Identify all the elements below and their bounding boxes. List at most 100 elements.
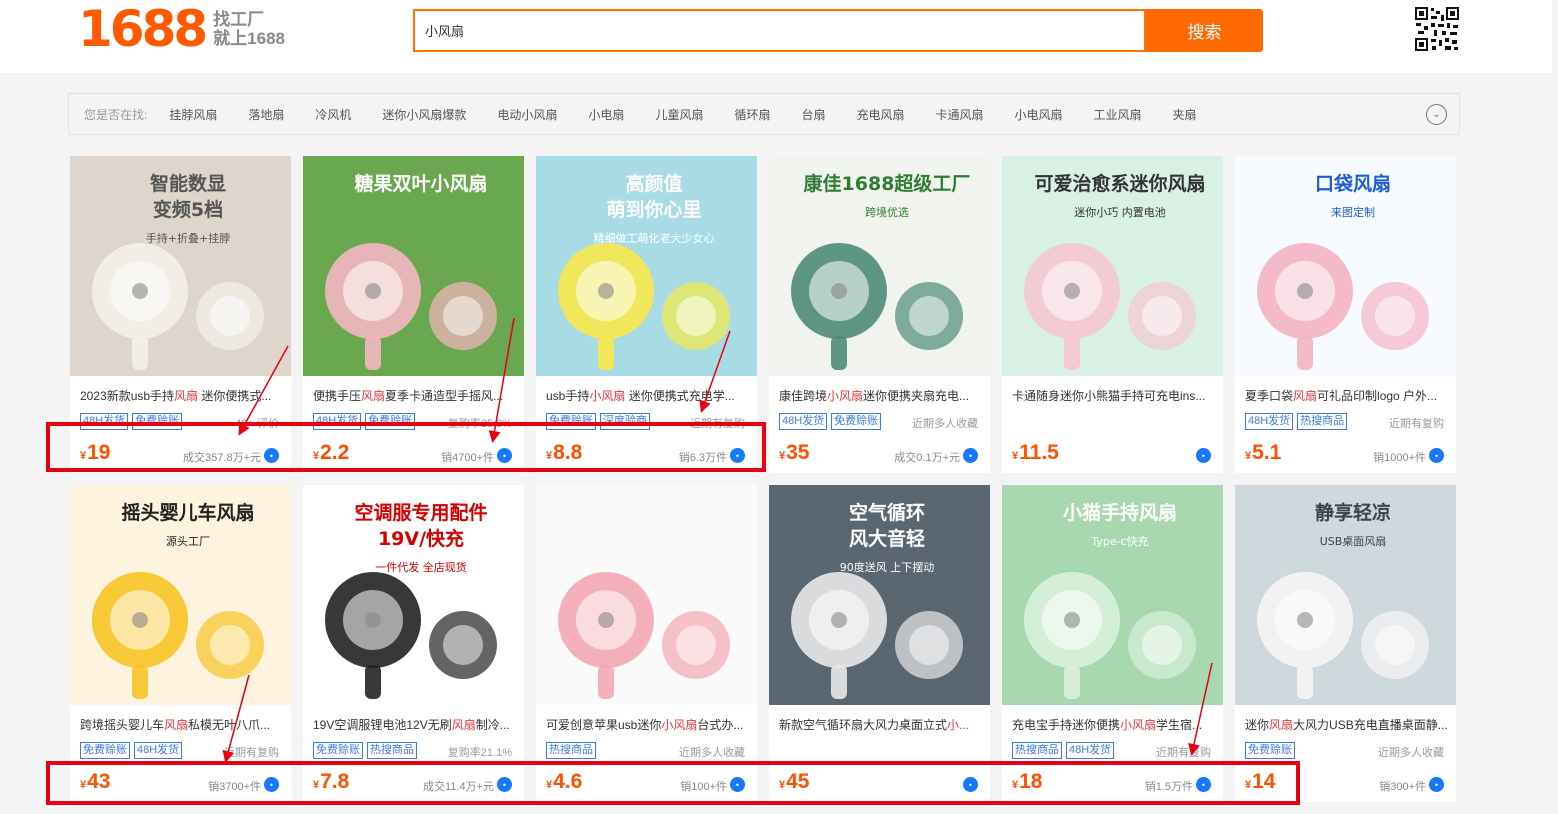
- product-image[interactable]: 摇头婴儿车风扇 源头工厂: [70, 485, 291, 705]
- product-title[interactable]: 夏季口袋风扇可礼品印制logo 户外...: [1245, 387, 1449, 404]
- suggestion-item[interactable]: 卡通风扇: [936, 106, 984, 123]
- chat-bubble-icon[interactable]: •: [730, 777, 745, 792]
- title-text: 康佳跨境: [779, 389, 828, 403]
- product-image[interactable]: 小猫手持风扇 Type-c快充: [1002, 485, 1223, 705]
- chat-bubble-icon[interactable]: •: [1196, 448, 1211, 463]
- product-card[interactable]: 康佳1688超级工厂 跨境优选 康佳跨境小风扇迷你便携夹扇充电... 48H发货 免费赊…: [769, 156, 990, 473]
- title-keyword-highlight: 风扇: [451, 718, 476, 732]
- chat-bubble-icon[interactable]: •: [497, 777, 512, 792]
- suggestion-item[interactable]: 冷风机: [315, 106, 351, 123]
- product-title[interactable]: 19V空调服锂电池12V无刷风扇制冷...: [313, 716, 517, 733]
- suggestion-item[interactable]: 台扇: [801, 106, 825, 123]
- image-subcaption: USB桌面风扇: [1320, 534, 1387, 548]
- image-caption: 可爱治愈系迷你风扇: [1034, 172, 1205, 195]
- product-title[interactable]: usb手持小风扇 迷你便携式充电学...: [546, 387, 750, 404]
- title-text: 卡通随身迷你小熊猫手持可充电ins...: [1012, 389, 1206, 403]
- search-button[interactable]: 搜索: [1146, 9, 1263, 52]
- product-card[interactable]: 口袋风扇 来图定制 夏季口袋风扇可礼品印制logo 户外... 48H发货 热搜商品 近期…: [1235, 156, 1456, 473]
- title-keyword-highlight: 小风扇: [1120, 718, 1157, 732]
- product-image[interactable]: 空调服专用配件 19V/快充 一件代发 全店现货: [303, 485, 524, 705]
- product-title[interactable]: 迷你风扇大风力USB充电直播桌面静...: [1245, 716, 1449, 733]
- product-card[interactable]: 可爱创意苹果usb迷你小风扇台式办... 热搜商品 近期多人收藏 ¥4.6 销100+件…: [536, 485, 757, 802]
- image-caption: 高颜值: [625, 172, 682, 195]
- product-card[interactable]: 智能数显 变频5档 手持+折叠+挂脖 2023新款usb手持风扇 迷你便携式... 48…: [70, 156, 291, 473]
- product-image[interactable]: 口袋风扇 来图定制: [1235, 156, 1456, 376]
- service-tag: 免费赊账: [1245, 742, 1295, 759]
- search-box: [413, 9, 1146, 52]
- service-tag: 热搜商品: [367, 742, 417, 759]
- search-input[interactable]: [415, 11, 1144, 50]
- suggestion-label: 您是否在找:: [84, 107, 148, 122]
- sales-count: 销4700+件: [441, 452, 494, 464]
- suggestion-item[interactable]: 循环扇: [734, 106, 770, 123]
- chat-bubble-icon[interactable]: •: [264, 777, 279, 792]
- qrcode-icon[interactable]: [1414, 6, 1460, 52]
- product-title[interactable]: 便携手压风扇夏季卡通造型手摇风...: [313, 387, 517, 404]
- chat-bubble-icon[interactable]: •: [1196, 777, 1211, 792]
- product-card[interactable]: 静享轻凉 USB桌面风扇 迷你风扇大风力USB充电直播桌面静... 免费赊账 近期多人收…: [1235, 485, 1456, 802]
- product-card[interactable]: 空调服专用配件 19V/快充 一件代发 全店现货 19V空调服锂电池12V无刷风扇制冷…: [303, 485, 524, 802]
- chat-bubble-icon[interactable]: •: [963, 448, 978, 463]
- product-image[interactable]: 智能数显 变频5档 手持+折叠+挂脖: [70, 156, 291, 376]
- suggestion-item[interactable]: 工业风扇: [1094, 106, 1142, 123]
- chat-bubble-icon[interactable]: •: [497, 448, 512, 463]
- suggestion-item[interactable]: 迷你小风扇爆款: [382, 106, 466, 123]
- suggestion-item[interactable]: 夹扇: [1173, 106, 1197, 123]
- product-title[interactable]: 充电宝手持迷你便携小风扇学生宿...: [1012, 716, 1216, 733]
- chevron-down-icon[interactable]: ⌄: [1426, 104, 1447, 125]
- product-card[interactable]: 空气循环 风大音轻 90度送风 上下摆动 新款空气循环扇大风力桌面立式小... ¥45 •: [769, 485, 990, 802]
- title-text: 私模无叶八爪...: [188, 718, 271, 732]
- chat-bubble-icon[interactable]: •: [264, 448, 279, 463]
- product-image[interactable]: 可爱治愈系迷你风扇 迷你小巧 内置电池: [1002, 156, 1223, 376]
- product-title[interactable]: 可爱创意苹果usb迷你小风扇台式办...: [546, 716, 750, 733]
- suggestion-item[interactable]: 落地扇: [248, 106, 284, 123]
- logo[interactable]: 1688 找工厂 就上1688: [78, 4, 285, 54]
- product-image[interactable]: 空气循环 风大音轻 90度送风 上下摆动: [769, 485, 990, 705]
- service-tag: 深度验商: [600, 413, 650, 430]
- title-text: 学生宿...: [1156, 718, 1203, 732]
- product-title[interactable]: 康佳跨境小风扇迷你便携夹扇充电...: [779, 387, 983, 404]
- suggestion-item[interactable]: 充电风扇: [856, 106, 904, 123]
- product-image[interactable]: 康佳1688超级工厂 跨境优选: [769, 156, 990, 376]
- product-meta: 复购率21.1%: [447, 747, 512, 759]
- image-caption: 小猫手持风扇: [1063, 501, 1177, 524]
- product-card[interactable]: 高颜值 萌到你心里 精细做工萌化老大少女心 usb手持小风扇 迷你便携式充电学... 免…: [536, 156, 757, 473]
- title-text: 制冷...: [475, 718, 510, 732]
- product-card[interactable]: 可爱治愈系迷你风扇 迷你小巧 内置电池卡通随身迷你小熊猫手持可充电ins... ¥1…: [1002, 156, 1223, 473]
- product-title[interactable]: 跨境摇头婴儿车风扇私模无叶八爪...: [80, 716, 284, 733]
- product-image[interactable]: 糖果双叶小风扇: [303, 156, 524, 376]
- suggestion-item[interactable]: 儿童风扇: [655, 106, 703, 123]
- image-subcaption: 来图定制: [1331, 205, 1375, 219]
- chat-bubble-icon[interactable]: •: [1429, 448, 1444, 463]
- tag-list: 免费赊账 48H发货: [80, 742, 186, 759]
- suggestion-item[interactable]: 小电扇: [588, 106, 624, 123]
- suggestion-item[interactable]: 电动小风扇: [497, 106, 557, 123]
- chat-bubble-icon[interactable]: •: [963, 777, 978, 792]
- product-image[interactable]: 高颜值 萌到你心里 精细做工萌化老大少女心: [536, 156, 757, 376]
- chat-bubble-icon[interactable]: •: [730, 448, 745, 463]
- chat-bubble-icon[interactable]: •: [1429, 777, 1444, 792]
- scrollbar[interactable]: [1552, 0, 1558, 814]
- product-image[interactable]: 静享轻凉 USB桌面风扇: [1235, 485, 1456, 705]
- tag-list: 热搜商品: [546, 742, 600, 759]
- suggestion-item[interactable]: 挂脖风扇: [169, 106, 217, 123]
- product-meta: 近期有复购: [690, 418, 745, 430]
- product-meta: 近期多人收藏: [912, 418, 978, 430]
- title-text: 迷你便携式充电学...: [625, 389, 735, 403]
- title-text: 充电宝手持迷你便携: [1012, 718, 1121, 732]
- product-card[interactable]: 糖果双叶小风扇 便携手压风扇夏季卡通造型手摇风... 48H发货 免费赊账 复购率25.…: [303, 156, 524, 473]
- title-text: 跨境摇头婴儿车: [80, 718, 165, 732]
- service-tag: 48H发货: [1066, 742, 1115, 759]
- product-title[interactable]: 2023新款usb手持风扇 迷你便携式...: [80, 387, 284, 404]
- product-image[interactable]: [536, 485, 757, 705]
- title-text: 新款空气循环扇大风力桌面立式: [779, 718, 948, 732]
- product-title[interactable]: 卡通随身迷你小熊猫手持可充电ins...: [1012, 387, 1216, 404]
- suggestion-item[interactable]: 小电风扇: [1015, 106, 1063, 123]
- product-card[interactable]: 小猫手持风扇 Type-c快充 充电宝手持迷你便携小风扇学生宿... 热搜商品 48H发…: [1002, 485, 1223, 802]
- product-price: ¥11.5: [1012, 441, 1059, 468]
- title-keyword-highlight: 风扇: [1269, 718, 1294, 732]
- product-card[interactable]: 摇头婴儿车风扇 源头工厂 跨境摇头婴儿车风扇私模无叶八爪... 免费赊账 48H发货 近期…: [70, 485, 291, 802]
- image-subcaption: 手持+折叠+挂脖: [146, 231, 230, 245]
- title-text: usb手持: [546, 389, 590, 403]
- product-title[interactable]: 新款空气循环扇大风力桌面立式小...: [779, 716, 983, 733]
